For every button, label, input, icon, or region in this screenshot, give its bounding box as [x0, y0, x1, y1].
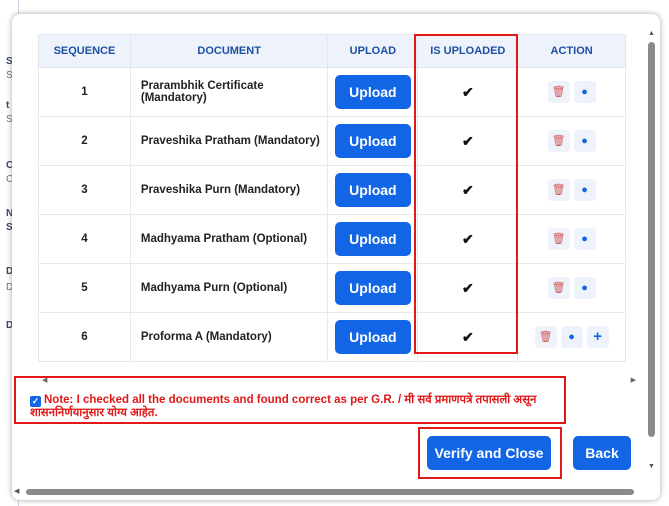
- delete-icon[interactable]: 🗑: [547, 130, 570, 152]
- table-row: 1 Prarambhik Certificate (Mandatory) Upl…: [38, 67, 626, 117]
- table-row: 4 Madhyama Pratham (Optional) Upload ✔ 🗑…: [38, 214, 626, 264]
- document-name-cell: Praveshika Pratham (Mandatory): [129, 116, 329, 166]
- delete-icon[interactable]: 🗑: [534, 326, 557, 348]
- upload-button[interactable]: Upload: [335, 320, 411, 354]
- delete-icon[interactable]: 🗑: [547, 228, 570, 250]
- upload-cell: Upload: [327, 214, 419, 264]
- action-cell: 🗑 ●: [517, 165, 626, 215]
- back-button[interactable]: Back: [573, 436, 631, 470]
- action-cell: 🗑 ●: [517, 214, 626, 264]
- upload-cell: Upload: [327, 312, 419, 362]
- verification-note: ✓ Note: I checked all the documents and f…: [30, 394, 560, 420]
- action-cell: 🗑 ●: [517, 263, 626, 313]
- documents-table: SEQUENCE DOCUMENT UPLOAD IS UPLOADED ACT…: [38, 34, 626, 362]
- sequence-cell: 1: [38, 67, 131, 117]
- modal-horizontal-scrollbar[interactable]: ◀: [14, 488, 654, 496]
- column-header-action: ACTION: [517, 34, 626, 68]
- plus-icon[interactable]: +: [586, 326, 609, 348]
- table-row: 2 Praveshika Pratham (Mandatory) Upload …: [38, 116, 626, 166]
- sequence-cell: 4: [38, 214, 131, 264]
- sequence-cell: 3: [38, 165, 131, 215]
- table-header-row: SEQUENCE DOCUMENT UPLOAD IS UPLOADED ACT…: [38, 34, 626, 68]
- upload-cell: Upload: [327, 165, 419, 215]
- upload-button[interactable]: Upload: [335, 75, 411, 109]
- action-cell: 🗑 ● +: [517, 312, 626, 362]
- upload-cell: Upload: [327, 263, 419, 313]
- note-text: Note: I checked all the documents and fo…: [30, 394, 537, 419]
- action-cell: 🗑 ●: [517, 116, 626, 166]
- document-name-cell: Prarambhik Certificate (Mandatory): [129, 67, 329, 117]
- column-header-sequence: SEQUENCE: [38, 34, 131, 68]
- scroll-left-icon[interactable]: ◀: [14, 487, 19, 495]
- is-uploaded-highlight: [414, 34, 518, 354]
- upload-button[interactable]: Upload: [335, 124, 411, 158]
- eye-icon[interactable]: ●: [573, 81, 596, 103]
- sequence-cell: 6: [38, 312, 131, 362]
- scroll-up-icon[interactable]: ▲: [647, 30, 656, 37]
- eye-icon[interactable]: ●: [560, 326, 583, 348]
- action-cell: 🗑 ●: [517, 67, 626, 117]
- document-name-cell: Praveshika Purn (Mandatory): [129, 165, 329, 215]
- document-name-cell: Madhyama Pratham (Optional): [129, 214, 329, 264]
- upload-button[interactable]: Upload: [335, 222, 411, 256]
- delete-icon[interactable]: 🗑: [547, 81, 570, 103]
- upload-cell: Upload: [327, 116, 419, 166]
- column-header-upload: UPLOAD: [327, 34, 419, 68]
- verify-and-close-button[interactable]: Verify and Close: [427, 436, 551, 470]
- upload-button[interactable]: Upload: [335, 173, 411, 207]
- scroll-right-icon[interactable]: ▶: [631, 376, 636, 384]
- note-checkbox[interactable]: ✓: [30, 396, 41, 407]
- scroll-down-icon[interactable]: ▼: [647, 463, 656, 470]
- delete-icon[interactable]: 🗑: [547, 277, 570, 299]
- upload-button[interactable]: Upload: [335, 271, 411, 305]
- upload-cell: Upload: [327, 67, 419, 117]
- document-verification-modal: SEQUENCE DOCUMENT UPLOAD IS UPLOADED ACT…: [12, 14, 660, 500]
- table-row: 3 Praveshika Purn (Mandatory) Upload ✔ 🗑…: [38, 165, 626, 215]
- column-header-document: DOCUMENT: [129, 34, 329, 68]
- documents-table-container: SEQUENCE DOCUMENT UPLOAD IS UPLOADED ACT…: [38, 34, 640, 374]
- eye-icon[interactable]: ●: [573, 179, 596, 201]
- modal-vertical-scrollbar[interactable]: ▲ ▼: [647, 30, 656, 470]
- eye-icon[interactable]: ●: [573, 130, 596, 152]
- table-row: 5 Madhyama Purn (Optional) Upload ✔ 🗑 ●: [38, 263, 626, 313]
- scrollbar-thumb[interactable]: [648, 42, 655, 437]
- sequence-cell: 5: [38, 263, 131, 313]
- document-name-cell: Proforma A (Mandatory): [129, 312, 329, 362]
- eye-icon[interactable]: ●: [573, 277, 596, 299]
- background-text: t: [6, 100, 10, 111]
- scrollbar-thumb[interactable]: [26, 489, 634, 495]
- table-row: 6 Proforma A (Mandatory) Upload ✔ 🗑 ● +: [38, 312, 626, 362]
- eye-icon[interactable]: ●: [573, 228, 596, 250]
- document-name-cell: Madhyama Purn (Optional): [129, 263, 329, 313]
- sequence-cell: 2: [38, 116, 131, 166]
- delete-icon[interactable]: 🗑: [547, 179, 570, 201]
